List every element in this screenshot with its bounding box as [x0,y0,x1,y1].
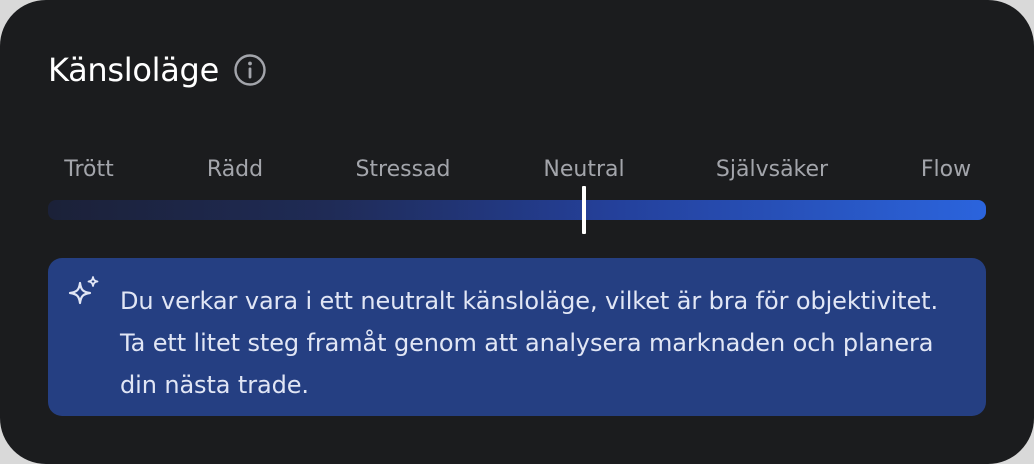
emotion-card: Känsloläge Trött Rädd Stressad Neutral S… [0,0,1034,464]
mood-slider-track[interactable] [48,200,986,220]
mood-label-radd[interactable]: Rädd [207,154,263,186]
mood-label-flow[interactable]: Flow [921,154,971,186]
insight-message: Du verkar vara i ett neutralt känsloläge… [48,258,986,416]
mood-slider-thumb[interactable] [581,186,586,234]
mood-label-sjalvsaker[interactable]: Självsäker [716,154,828,186]
info-icon[interactable] [233,53,267,87]
card-header: Känsloläge [48,50,267,90]
mood-label-neutral[interactable]: Neutral [543,154,624,186]
mood-label-trott[interactable]: Trött [64,154,113,186]
insight-text: Du verkar vara i ett neutralt känsloläge… [120,287,938,399]
sparkle-icon [68,276,99,305]
card-title: Känsloläge [48,51,219,89]
mood-label-stressad[interactable]: Stressad [355,154,450,186]
mood-scale-labels: Trött Rädd Stressad Neutral Självsäker F… [48,154,986,186]
